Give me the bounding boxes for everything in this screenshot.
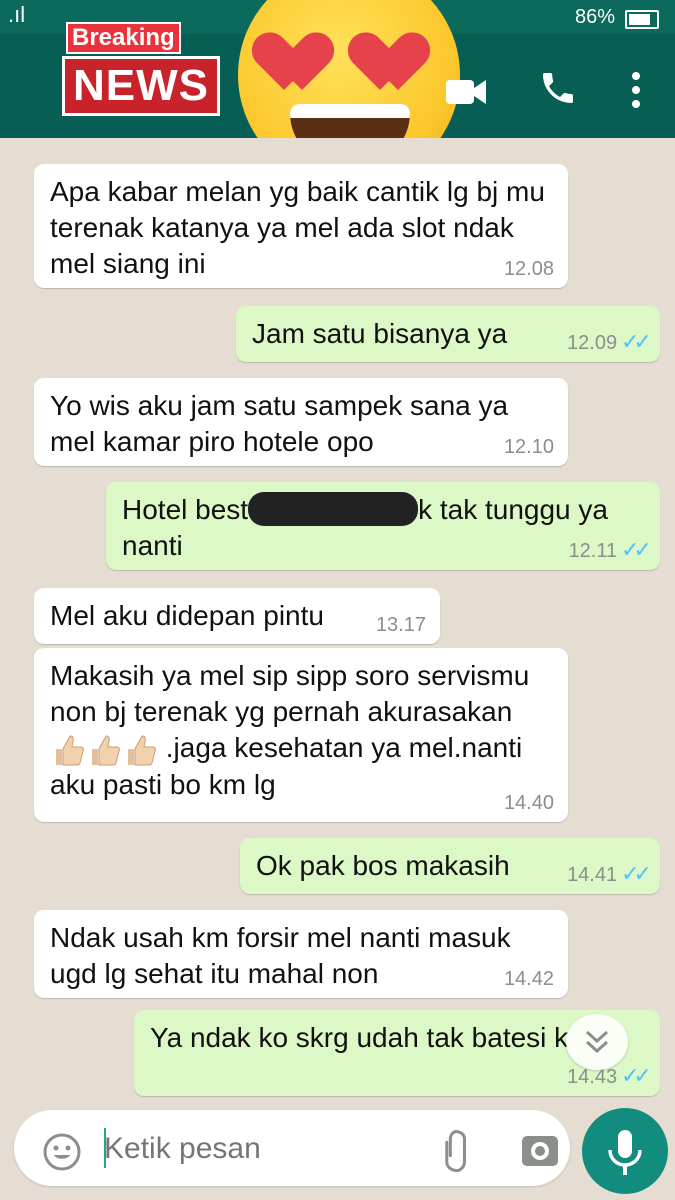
message-text: Ndak usah km forsir mel nanti masuk ugd … xyxy=(50,922,511,989)
message-time-wrap: 14.41 ✓✓ xyxy=(567,861,652,887)
read-receipt-icon: ✓✓ xyxy=(621,329,652,354)
message-time: 14.42 xyxy=(503,968,554,990)
thumbs-up-emoji-group xyxy=(50,732,166,766)
attachment-paperclip-icon[interactable] xyxy=(434,1128,478,1177)
heart-eye-right-icon xyxy=(362,34,432,94)
message-text-start: Hotel best xyxy=(122,494,249,525)
voice-call-icon[interactable] xyxy=(538,68,578,113)
emoji-picker-icon[interactable] xyxy=(42,1132,82,1177)
message-time: 12.10 xyxy=(503,436,554,458)
signal-indicator: .ıl xyxy=(8,2,26,27)
message-time: 12.08 xyxy=(503,258,554,280)
video-call-icon[interactable] xyxy=(444,74,488,115)
microphone-icon xyxy=(608,1130,642,1175)
message-time: 12.09 xyxy=(567,332,618,354)
message-incoming[interactable]: Makasih ya mel sip sipp soro servismu no… xyxy=(34,648,568,822)
chat-header: Breaking NEWS xyxy=(0,0,675,187)
read-receipt-icon: ✓✓ xyxy=(621,861,652,886)
more-options-icon[interactable] xyxy=(626,70,646,115)
message-text: Ya ndak ko skrg udah tak batesi k xyxy=(150,1022,569,1053)
battery-percent: 86% xyxy=(574,6,615,28)
message-input[interactable] xyxy=(102,1130,406,1168)
redaction-bar xyxy=(248,491,419,526)
composer-bar xyxy=(0,1100,675,1200)
composer-field[interactable] xyxy=(14,1110,570,1186)
message-incoming[interactable]: Ndak usah km forsir mel nanti masuk ugd … xyxy=(34,910,568,998)
message-time: 14.40 xyxy=(503,792,554,814)
message-incoming[interactable]: Mel aku didepan pintu 13.17 xyxy=(34,588,440,644)
thumbs-up-icon xyxy=(128,735,156,766)
message-outgoing[interactable]: Jam satu bisanya ya 12.09 ✓✓ xyxy=(236,306,660,362)
camera-icon[interactable] xyxy=(518,1128,562,1177)
message-time: 12.11 xyxy=(568,540,618,562)
battery-icon xyxy=(625,10,659,29)
message-incoming[interactable]: Apa kabar melan yg baik cantik lg bj mu … xyxy=(34,164,568,288)
message-time: 14.41 xyxy=(567,864,618,886)
sticker-tag: Breaking xyxy=(66,22,181,54)
voice-record-button[interactable] xyxy=(582,1108,668,1194)
message-text: Jam satu bisanya ya xyxy=(252,318,508,349)
message-text: Ok pak bos makasih xyxy=(256,850,510,881)
message-time: 13.17 xyxy=(375,614,426,636)
message-text: Makasih ya mel sip sipp soro servismu no… xyxy=(50,660,530,727)
thumbs-up-icon xyxy=(92,735,120,766)
message-outgoing[interactable]: Ok pak bos makasih 14.41 ✓✓ xyxy=(240,838,660,894)
message-incoming[interactable]: Yo wis aku jam satu sampek sana ya mel k… xyxy=(34,378,568,466)
heart-eye-left-icon xyxy=(266,34,336,94)
message-text: Mel aku didepan pintu xyxy=(50,600,324,631)
message-text: Yo wis aku jam satu sampek sana ya mel k… xyxy=(50,390,509,457)
message-time-wrap: 12.11 ✓✓ xyxy=(568,537,652,563)
message-list[interactable]: Apa kabar melan yg baik cantik lg bj mu … xyxy=(0,138,675,1100)
read-receipt-icon: ✓✓ xyxy=(621,537,652,562)
message-text: Apa kabar melan yg baik cantik lg bj mu … xyxy=(50,176,545,279)
message-time-wrap: 12.09 ✓✓ xyxy=(567,329,652,355)
double-chevron-down-icon xyxy=(585,1030,609,1054)
thumbs-up-icon xyxy=(56,735,84,766)
scroll-to-bottom-button[interactable] xyxy=(566,1014,628,1070)
sticker-title: NEWS xyxy=(62,56,220,116)
message-outgoing[interactable]: Hotel best k tak tunggu ya nanti 12.11 ✓✓ xyxy=(106,482,660,570)
